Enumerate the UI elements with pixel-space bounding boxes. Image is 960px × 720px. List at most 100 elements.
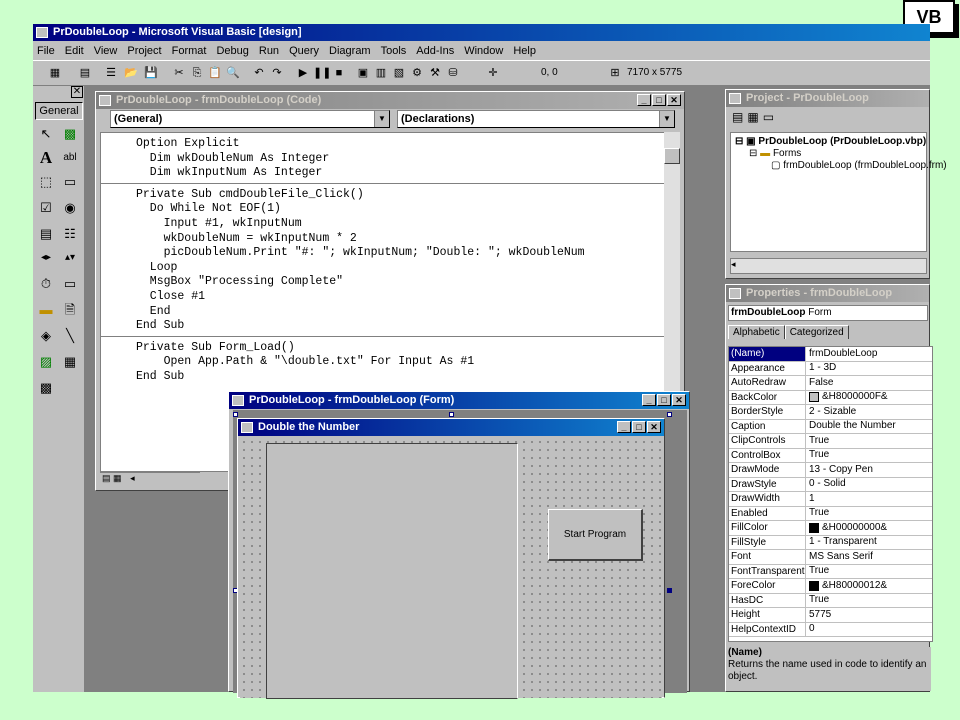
toolbox-close-icon[interactable]: ✕ bbox=[71, 86, 83, 98]
menu-file[interactable]: File bbox=[37, 45, 55, 57]
property-value[interactable]: True bbox=[806, 434, 932, 448]
menu-query[interactable]: Query bbox=[289, 45, 319, 57]
toggle-folders-icon[interactable]: ▭ bbox=[763, 110, 774, 124]
property-value[interactable]: False bbox=[806, 376, 932, 390]
combobox-tool-icon[interactable]: ▤ bbox=[36, 224, 56, 244]
property-value[interactable]: MS Sans Serif bbox=[806, 550, 932, 564]
listbox-tool-icon[interactable]: ☷ bbox=[60, 224, 80, 244]
menu-editor-icon[interactable]: ☰ bbox=[103, 65, 119, 81]
toolbox-icon[interactable]: ⚒ bbox=[427, 65, 443, 81]
properties-icon[interactable]: ▥ bbox=[373, 65, 389, 81]
property-value[interactable]: &H80000012& bbox=[806, 579, 932, 593]
scroll-left-icon[interactable]: ◂ bbox=[731, 259, 736, 269]
close-icon[interactable]: ✕ bbox=[667, 94, 681, 106]
tab-categorized[interactable]: Categorized bbox=[784, 325, 849, 339]
property-row[interactable]: BorderStyle 2 - Sizable bbox=[729, 405, 932, 420]
tab-alphabetic[interactable]: Alphabetic bbox=[728, 325, 785, 339]
property-row[interactable]: Caption Double the Number bbox=[729, 419, 932, 434]
full-module-view-icon[interactable]: ▦ bbox=[113, 473, 122, 483]
filelistbox-tool-icon[interactable]: 🗎 bbox=[60, 300, 80, 320]
property-row[interactable]: (Name) frmDoubleLoop bbox=[729, 347, 932, 362]
properties-object-combo[interactable]: frmDoubleLoop Form bbox=[728, 305, 928, 321]
drivelistbox-tool-icon[interactable]: ▭ bbox=[60, 274, 80, 294]
cut-icon[interactable]: ✂ bbox=[171, 65, 187, 81]
property-value[interactable]: 1 bbox=[806, 492, 932, 506]
property-row[interactable]: ForeColor &H80000012& bbox=[729, 579, 932, 594]
form-window-title-bar[interactable]: PrDoubleLoop - frmDoubleLoop (Form) _ □ … bbox=[229, 392, 689, 409]
property-value[interactable]: 5775 bbox=[806, 608, 932, 622]
add-form-icon[interactable]: ▤ bbox=[77, 65, 93, 81]
vscrollbar-tool-icon[interactable]: ▴▾ bbox=[60, 248, 80, 268]
start-icon[interactable]: ▶ bbox=[295, 65, 311, 81]
property-row[interactable]: Height 5775 bbox=[729, 608, 932, 623]
menu-diagram[interactable]: Diagram bbox=[329, 45, 371, 57]
tree-node-project[interactable]: ⊟ ▣ PrDoubleLoop (PrDoubleLoop.vbp) bbox=[731, 133, 926, 147]
image-tool-icon[interactable]: ▨ bbox=[36, 352, 56, 372]
property-value[interactable]: 0 - Solid bbox=[806, 478, 932, 492]
property-row[interactable]: DrawWidth 1 bbox=[729, 492, 932, 507]
menu-project[interactable]: Project bbox=[127, 45, 161, 57]
tree-node-form[interactable]: ▢ frmDoubleLoop (frmDoubleLoop.frm) bbox=[731, 159, 947, 171]
paste-icon[interactable]: 📋 bbox=[207, 65, 223, 81]
data-view-icon[interactable]: ⛁ bbox=[445, 65, 461, 81]
property-value[interactable]: True bbox=[806, 449, 932, 463]
resize-handle[interactable] bbox=[233, 412, 238, 417]
menu-debug[interactable]: Debug bbox=[216, 45, 248, 57]
object-combo[interactable]: (General) ▼ bbox=[110, 110, 390, 128]
scroll-thumb[interactable] bbox=[664, 148, 680, 164]
property-row[interactable]: HelpContextID 0 bbox=[729, 622, 932, 637]
property-value[interactable]: 0 bbox=[806, 623, 932, 637]
menu-edit[interactable]: Edit bbox=[65, 45, 84, 57]
undo-icon[interactable]: ↶ bbox=[251, 65, 267, 81]
property-row[interactable]: ClipControls True bbox=[729, 434, 932, 449]
resize-handle[interactable] bbox=[667, 412, 672, 417]
timer-tool-icon[interactable]: ⏱ bbox=[36, 274, 56, 294]
ole-tool-icon[interactable]: ▩ bbox=[36, 378, 56, 398]
line-tool-icon[interactable]: ╲ bbox=[60, 326, 80, 346]
property-row[interactable]: AutoRedraw False bbox=[729, 376, 932, 391]
property-row[interactable]: DrawMode 13 - Copy Pen bbox=[729, 463, 932, 478]
toolbox-general-tab[interactable]: General bbox=[35, 102, 83, 120]
menu-format[interactable]: Format bbox=[172, 45, 207, 57]
shape-tool-icon[interactable]: ◈ bbox=[36, 326, 56, 346]
property-value[interactable]: frmDoubleLoop bbox=[806, 347, 932, 361]
property-value[interactable]: True bbox=[806, 594, 932, 608]
property-value[interactable]: True bbox=[806, 565, 932, 579]
optionbutton-tool-icon[interactable]: ◉ bbox=[60, 198, 80, 218]
property-value[interactable]: 2 - Sizable bbox=[806, 405, 932, 419]
frame-tool-icon[interactable]: ⬚ bbox=[36, 172, 56, 192]
dirlistbox-tool-icon[interactable]: ▬ bbox=[36, 300, 56, 320]
pointer-tool-icon[interactable]: ↖ bbox=[36, 124, 56, 144]
chevron-down-icon[interactable]: ▼ bbox=[659, 111, 674, 127]
close-icon[interactable]: ✕ bbox=[672, 394, 686, 406]
menu-addins[interactable]: Add-Ins bbox=[416, 45, 454, 57]
commandbutton-tool-icon[interactable]: ▭ bbox=[60, 172, 80, 192]
menu-view[interactable]: View bbox=[94, 45, 118, 57]
code-window-title-bar[interactable]: PrDoubleLoop - frmDoubleLoop (Code) _ □ … bbox=[96, 92, 684, 109]
label-tool-icon[interactable]: A bbox=[36, 148, 56, 168]
view-object-icon[interactable]: ▦ bbox=[747, 110, 758, 124]
property-row[interactable]: Font MS Sans Serif bbox=[729, 550, 932, 565]
scroll-left-icon[interactable]: ◂ bbox=[130, 473, 135, 483]
property-value[interactable]: 1 - 3D bbox=[806, 362, 932, 376]
minimize-icon[interactable]: _ bbox=[642, 394, 656, 406]
property-row[interactable]: Enabled True bbox=[729, 506, 932, 521]
procedure-combo[interactable]: (Declarations) ▼ bbox=[397, 110, 675, 128]
start-program-button[interactable]: Start Program bbox=[548, 509, 643, 561]
picturebox-tool-icon[interactable]: ▩ bbox=[60, 124, 80, 144]
copy-icon[interactable]: ⎘ bbox=[189, 65, 205, 81]
view-code-icon[interactable]: ▤ bbox=[732, 110, 743, 124]
end-icon[interactable]: ■ bbox=[331, 65, 347, 81]
menu-run[interactable]: Run bbox=[259, 45, 279, 57]
picture-box[interactable] bbox=[266, 443, 518, 699]
data-tool-icon[interactable]: ▦ bbox=[60, 352, 80, 372]
tree-node-forms[interactable]: ⊟ ▬ Forms bbox=[731, 147, 926, 159]
break-icon[interactable]: ❚❚ bbox=[313, 65, 331, 81]
redo-icon[interactable]: ↷ bbox=[269, 65, 285, 81]
maximize-icon[interactable]: □ bbox=[657, 394, 671, 406]
object-browser-icon[interactable]: ⚙ bbox=[409, 65, 425, 81]
property-value[interactable]: 1 - Transparent bbox=[806, 536, 932, 550]
chevron-down-icon[interactable]: ▼ bbox=[374, 111, 389, 127]
double-the-number-form[interactable]: Double the Number _ □ ✕ Start Program bbox=[237, 418, 665, 699]
property-row[interactable]: DrawStyle 0 - Solid bbox=[729, 477, 932, 492]
